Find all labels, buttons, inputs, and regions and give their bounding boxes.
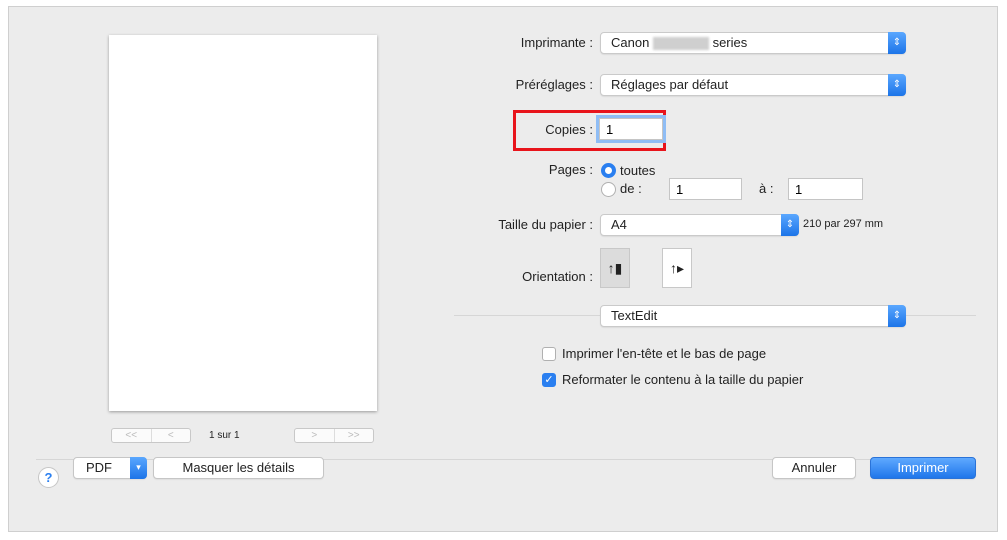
pages-to-input[interactable] [788,178,863,200]
paper-size-value: A4 [611,217,627,232]
page-nav-forward: > >> [294,428,374,443]
printer-name: Canon [611,35,650,50]
pages-to-label: à : [759,181,774,196]
presets-value: Réglages par défaut [611,77,729,92]
printer-select[interactable]: Canon series ⇕ [600,32,906,54]
app-section-select[interactable]: TextEdit ⇕ [600,305,906,327]
printer-label: Imprimante : [520,35,593,50]
paper-size-select[interactable]: A4 ⇕ [600,214,799,236]
header-footer-checkbox[interactable] [542,347,556,361]
app-section-value: TextEdit [611,308,658,323]
hide-details-button[interactable]: Masquer les détails [153,457,324,479]
printer-series: series [712,35,748,50]
orientation-label: Orientation : [522,269,593,284]
pages-from-input[interactable] [669,178,742,200]
chevron-down-icon: ▾ [130,457,147,479]
portrait-icon: ↑▮ [607,260,623,276]
pdf-menu-button[interactable]: PDF ▾ [73,457,147,479]
presets-select[interactable]: Réglages par défaut ⇕ [600,74,906,96]
print-button[interactable]: Imprimer [870,457,976,479]
first-page-button[interactable]: << [112,429,151,442]
copies-label: Copies : [545,122,593,137]
print-preview [109,35,377,411]
help-button[interactable]: ? [38,467,59,488]
pdf-label: PDF [86,460,112,475]
checkmark-icon: ✓ [544,374,554,386]
paper-dimensions: 210 par 297 mm [803,218,884,230]
next-page-button[interactable]: > [295,429,334,442]
reformat-label: Reformater le contenu à la taille du pap… [562,372,804,387]
print-dialog: << < 1 sur 1 > >> Imprimante : Canon ser… [8,6,998,532]
page-nav-back: << < [111,428,191,443]
chevron-updown-icon: ⇕ [888,32,906,54]
redacted-model [652,37,709,51]
prev-page-button[interactable]: < [150,429,191,442]
last-page-button[interactable]: >> [333,429,374,442]
paper-size-label: Taille du papier : [498,217,593,232]
pages-range-label: de : [620,181,642,196]
pages-all-radio[interactable] [601,163,616,178]
header-footer-label: Imprimer l'en-tête et le bas de page [562,346,767,361]
pages-all-label: toutes [620,163,656,178]
landscape-orientation-button[interactable]: ↑▸ [662,248,692,288]
chevron-updown-icon: ⇕ [888,305,906,327]
presets-label: Préréglages : [515,77,593,92]
copies-input[interactable] [596,115,666,143]
pages-label: Pages : [548,162,593,177]
cancel-button[interactable]: Annuler [772,457,856,479]
portrait-orientation-button[interactable]: ↑▮ [600,248,630,288]
landscape-icon: ↑▸ [669,260,685,276]
chevron-updown-icon: ⇕ [781,214,799,236]
reformat-checkbox[interactable]: ✓ [542,373,556,387]
page-indicator: 1 sur 1 [209,430,240,441]
chevron-updown-icon: ⇕ [888,74,906,96]
pages-range-radio[interactable] [601,182,616,197]
